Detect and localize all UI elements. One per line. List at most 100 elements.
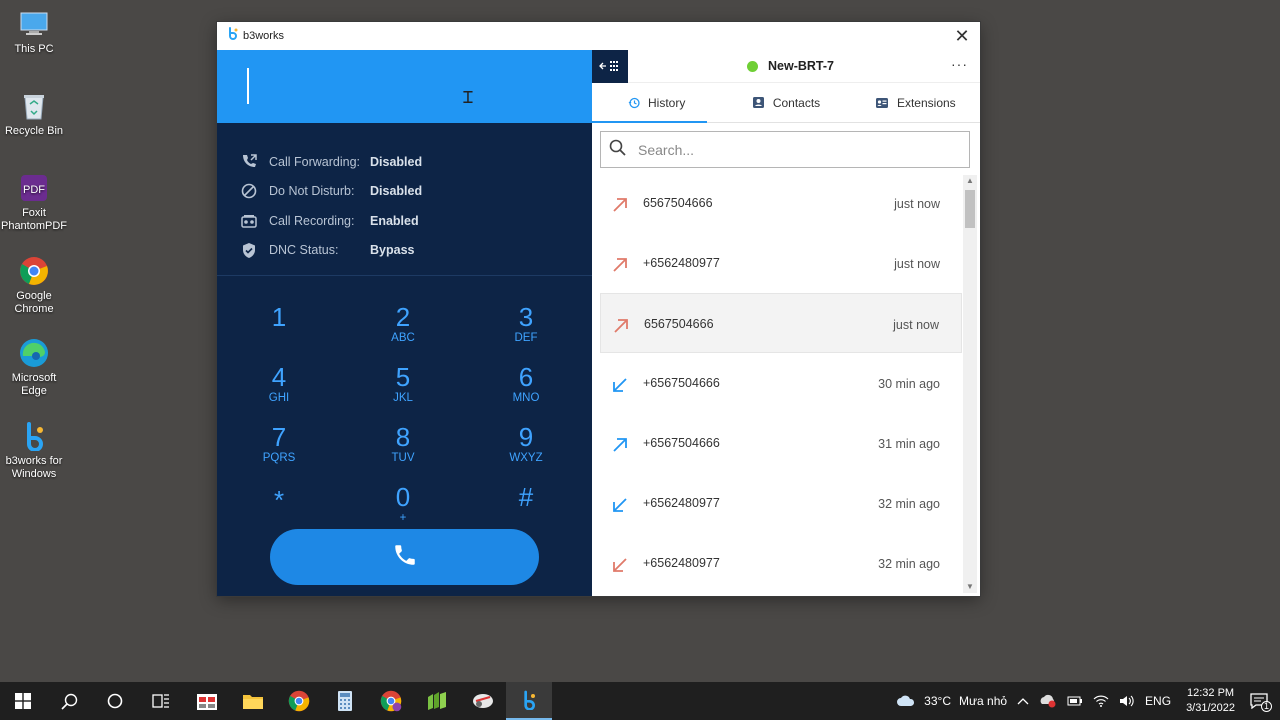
- call-number: +6567504666: [643, 376, 720, 390]
- call-time: 32 min ago: [878, 497, 940, 511]
- taskbar-calculator[interactable]: [322, 682, 368, 720]
- search-box: [600, 131, 970, 168]
- history-item-selected[interactable]: 6567504666 just now: [600, 293, 962, 353]
- weather-widget[interactable]: 33°C Mưa nhỏ: [896, 694, 1007, 708]
- task-view-button[interactable]: [138, 682, 184, 720]
- tab-extensions[interactable]: Extensions: [851, 83, 980, 122]
- missed-incoming-call-icon: [612, 557, 628, 578]
- search-input[interactable]: [638, 141, 938, 158]
- history-icon: [628, 97, 640, 109]
- desktop-icon-this-pc[interactable]: This PC: [0, 8, 68, 56]
- extension-status[interactable]: New-BRT-7: [747, 59, 834, 73]
- clock-time: 12:32 PM: [1186, 687, 1235, 699]
- key-star[interactable]: *: [244, 486, 314, 514]
- language-indicator[interactable]: ENG: [1145, 694, 1171, 708]
- history-item[interactable]: +6562480977 32 min ago: [600, 533, 962, 593]
- desktop-icon-b3works[interactable]: b3works for Windows: [0, 420, 68, 481]
- taskbar-file-explorer[interactable]: [230, 682, 276, 720]
- desktop-icon-label: b3works for Windows: [5, 455, 63, 480]
- window-title: b3works: [243, 30, 284, 42]
- notification-center-button[interactable]: 1: [1250, 693, 1272, 712]
- extension-name: New-BRT-7: [768, 59, 834, 73]
- history-item[interactable]: 6567504666 just now: [600, 173, 962, 233]
- key-hash[interactable]: #: [491, 483, 561, 511]
- status-label: Do Not Disturb:: [269, 184, 355, 199]
- key-8[interactable]: 8 TUV: [368, 423, 438, 465]
- recording-icon: [239, 211, 259, 231]
- search-icon: [609, 139, 626, 161]
- desktop-icon-chrome[interactable]: Google Chrome: [0, 255, 68, 316]
- outgoing-call-icon: [612, 197, 628, 218]
- cortana-button[interactable]: [92, 682, 138, 720]
- chevron-up-icon[interactable]: [1017, 697, 1029, 705]
- key-9[interactable]: 9 WXYZ: [491, 423, 561, 465]
- desktop-icon-label: This PC: [14, 43, 54, 55]
- battery-icon[interactable]: [1067, 695, 1083, 707]
- ibeam-cursor-icon: Ꮖ: [463, 90, 474, 107]
- scroll-up-arrow-icon[interactable]: ▲: [963, 175, 977, 187]
- taskbar-app-green[interactable]: [414, 682, 460, 720]
- history-item[interactable]: +6567504666 31 min ago: [600, 413, 962, 473]
- scroll-thumb[interactable]: [965, 190, 975, 228]
- task-view-icon: [152, 694, 169, 708]
- desktop-icon-foxit[interactable]: PDF Foxit PhantomPDF: [0, 172, 68, 233]
- cortana-icon: [107, 693, 123, 709]
- extension-header: New-BRT-7 ···: [592, 49, 980, 83]
- key-6[interactable]: 6 MNO: [491, 363, 561, 405]
- history-item[interactable]: +6567504666 30 min ago: [600, 353, 962, 413]
- b3works-window: b3works ✕ Ꮖ Call Forwarding: Disabled Do…: [217, 22, 980, 596]
- tab-label: Extensions: [896, 95, 956, 110]
- call-time: 30 min ago: [878, 377, 940, 391]
- desktop-icon-label: Foxit PhantomPDF: [0, 207, 68, 232]
- incoming-call-icon: [612, 497, 628, 518]
- volume-icon[interactable]: [1119, 695, 1135, 707]
- key-3[interactable]: 3 DEF: [491, 303, 561, 345]
- key-7[interactable]: 7 PQRS: [244, 423, 314, 465]
- taskbar-app-snip[interactable]: [460, 682, 506, 720]
- tab-label: Contacts: [772, 95, 821, 110]
- weather-desc: Mưa nhỏ: [958, 694, 1008, 708]
- key-1[interactable]: 1: [244, 303, 314, 331]
- taskbar-b3works[interactable]: [506, 682, 552, 720]
- search-button[interactable]: [46, 682, 92, 720]
- toggle-keypad-button[interactable]: [592, 49, 628, 83]
- taskbar-chrome-profile[interactable]: [368, 682, 414, 720]
- dial-number-input[interactable]: Ꮖ: [217, 50, 592, 123]
- history-scrollbar[interactable]: ▲ ▼: [963, 175, 977, 593]
- desktop-icon-edge[interactable]: Microsoft Edge: [0, 337, 68, 398]
- status-label: Call Recording:: [269, 213, 355, 228]
- key-4[interactable]: 4 GHI: [244, 363, 314, 405]
- more-options-button[interactable]: ···: [951, 56, 968, 72]
- green-app-icon: [428, 692, 446, 710]
- wifi-icon[interactable]: [1093, 695, 1109, 707]
- taskbar-chrome[interactable]: [276, 682, 322, 720]
- edge-icon: [18, 337, 50, 369]
- svg-text:PDF: PDF: [23, 184, 45, 196]
- call-button[interactable]: [270, 529, 539, 585]
- history-item[interactable]: +6562480977 32 min ago: [600, 473, 962, 533]
- call-time: just now: [894, 257, 940, 271]
- key-0[interactable]: 0 +: [368, 483, 438, 525]
- desktop-icon-label: Microsoft Edge: [11, 372, 57, 397]
- scroll-down-arrow-icon[interactable]: ▼: [963, 581, 977, 593]
- network-error-icon[interactable]: [1039, 694, 1057, 708]
- call-history-list: 6567504666 just now +6562480977 just now…: [600, 173, 962, 596]
- clock-date: 3/31/2022: [1186, 702, 1235, 714]
- dialer-pane: Ꮖ Call Forwarding: Disabled Do Not Distu…: [217, 50, 592, 596]
- tab-history[interactable]: History: [592, 83, 721, 122]
- status-call-forwarding: Call Forwarding: Disabled: [239, 147, 592, 177]
- outgoing-call-icon: [612, 437, 628, 458]
- tab-contacts[interactable]: Contacts: [721, 83, 850, 122]
- key-2[interactable]: 2 ABC: [368, 303, 438, 345]
- taskbar-app-1[interactable]: [184, 682, 230, 720]
- start-button[interactable]: [0, 682, 46, 720]
- calculator-icon: [338, 691, 352, 711]
- close-button[interactable]: ✕: [950, 25, 974, 47]
- history-item[interactable]: +6562480977 just now: [600, 233, 962, 293]
- online-status-dot: [747, 60, 758, 72]
- key-5[interactable]: 5 JKL: [368, 363, 438, 405]
- phone-icon: [392, 542, 418, 573]
- clock[interactable]: 12:32 PM 3/31/2022: [1186, 686, 1235, 716]
- call-time: 31 min ago: [878, 437, 940, 451]
- desktop-icon-recycle-bin[interactable]: Recycle Bin: [0, 90, 68, 138]
